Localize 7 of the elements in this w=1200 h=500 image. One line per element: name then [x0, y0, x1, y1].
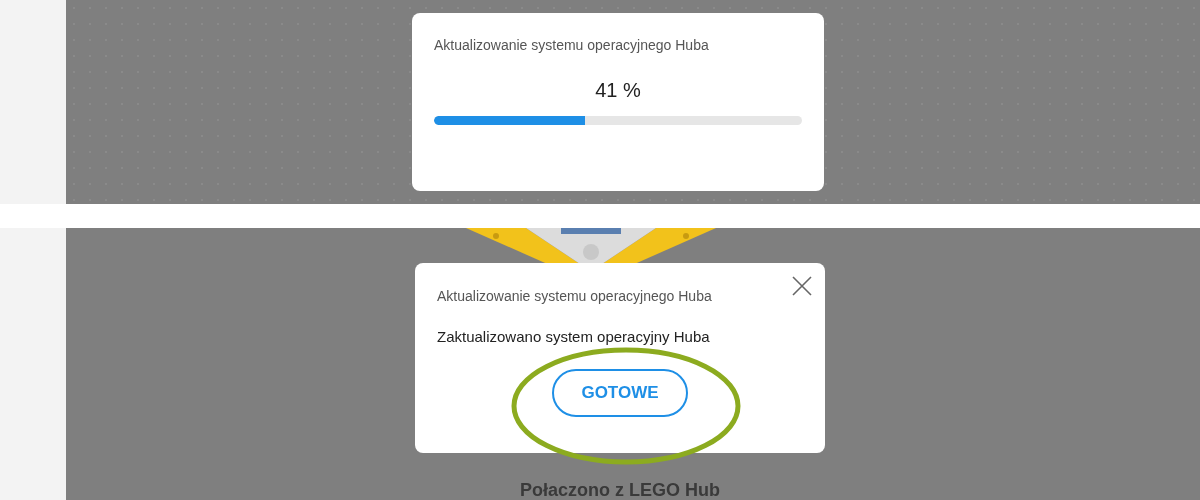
progress-percent: 41 % [594, 79, 642, 102]
dialog-title: Aktualizowanie systemu operacyjnego Huba [437, 288, 713, 304]
connection-status: Połaczono z LEGO Hub [520, 480, 720, 500]
done-button[interactable]: GOTOWE [552, 369, 688, 417]
dialog-title: Aktualizowanie systemu operacyjnego Huba [434, 37, 710, 53]
dialog-message: Zaktualizowano system operacyjny Huba [437, 328, 711, 345]
close-icon[interactable] [791, 275, 813, 297]
